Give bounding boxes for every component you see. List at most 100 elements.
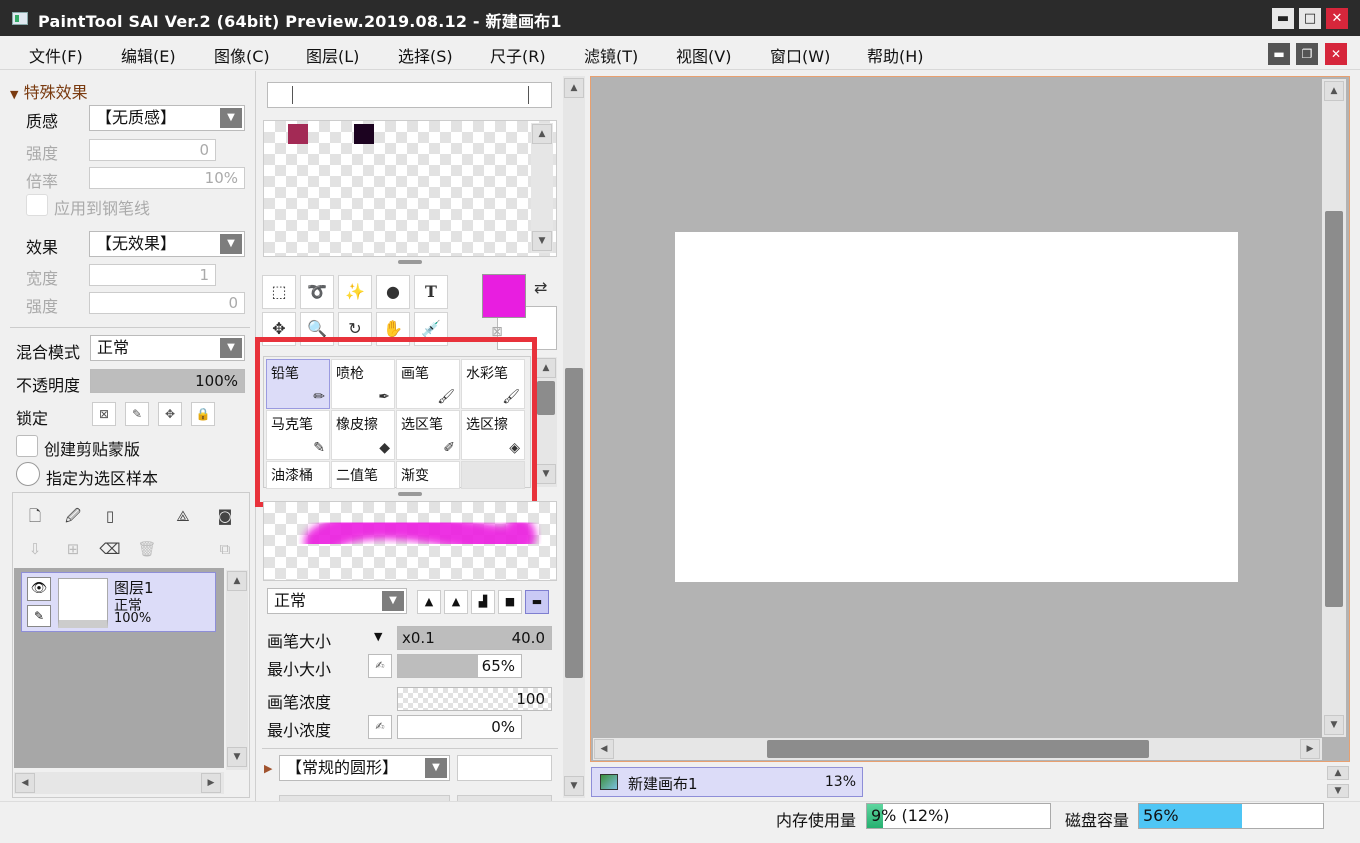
- brush-grid-scrollbar[interactable]: ▲ ▼: [535, 357, 557, 487]
- scroll-down-icon[interactable]: ▼: [536, 464, 556, 484]
- primary-color-swatch[interactable]: [482, 274, 526, 318]
- layer-list-hscrollbar[interactable]: ◀ ▶: [14, 772, 224, 794]
- scroll-thumb[interactable]: [1325, 211, 1343, 607]
- menu-window[interactable]: 窗口(W): [770, 43, 830, 67]
- delete-layer-icon[interactable]: 🗑: [136, 538, 158, 560]
- effect-strength-field[interactable]: 0: [89, 292, 245, 314]
- scroll-up-icon[interactable]: ▲: [1327, 766, 1349, 780]
- canvas-hscrollbar[interactable]: ◀ ▶: [593, 738, 1322, 760]
- lock-paint-icon[interactable]: ✎: [125, 402, 149, 426]
- text-tool-icon[interactable]: T: [414, 275, 448, 309]
- scroll-up-icon[interactable]: ▲: [227, 571, 247, 591]
- chevron-down-icon[interactable]: ▼: [374, 630, 382, 643]
- scroll-up-icon[interactable]: ▲: [1324, 81, 1344, 101]
- scroll-down-icon[interactable]: ▼: [227, 747, 247, 767]
- lock-move-icon[interactable]: ✥: [158, 402, 182, 426]
- doc-close-button[interactable]: ✕: [1325, 43, 1347, 65]
- duplicate-icon[interactable]: ⧉: [214, 538, 236, 560]
- eye-icon[interactable]: 👁: [27, 577, 51, 601]
- tip-flat-icon[interactable]: ■: [498, 590, 522, 614]
- new-layer-icon[interactable]: 🗋: [24, 505, 46, 527]
- apply-pen-checkbox[interactable]: [26, 194, 48, 216]
- special-effects-header[interactable]: ▼ 特殊效果: [10, 79, 88, 103]
- tip-square-icon[interactable]: ▬: [525, 590, 549, 614]
- doc-minimize-button[interactable]: ▬: [1268, 43, 1290, 65]
- tip-round-icon[interactable]: ▲: [444, 590, 468, 614]
- scroll-right-icon[interactable]: ▶: [1300, 739, 1320, 759]
- scale-field[interactable]: 10%: [89, 167, 245, 189]
- rect-select-icon[interactable]: ⬚: [262, 275, 296, 309]
- magic-wand-icon[interactable]: ✨: [338, 275, 372, 309]
- pencil-icon[interactable]: ✎: [27, 605, 51, 627]
- lock-all-icon[interactable]: 🔒: [191, 402, 215, 426]
- canvas-document[interactable]: [675, 232, 1238, 582]
- opacity-slider[interactable]: 100%: [90, 369, 245, 393]
- tip-sharp-icon[interactable]: ▲: [417, 590, 441, 614]
- scroll-up-icon[interactable]: ▲: [564, 78, 584, 98]
- pressure-icon[interactable]: ✍: [368, 715, 392, 739]
- brush-shape-field[interactable]: [457, 755, 552, 781]
- scroll-up-icon[interactable]: ▲: [532, 124, 552, 144]
- canvas-tab[interactable]: 新建画布1 13%: [591, 767, 863, 797]
- swap-colors-icon[interactable]: ⇄: [534, 278, 547, 297]
- clip-mask-checkbox[interactable]: [16, 435, 38, 457]
- width-field[interactable]: 1: [89, 264, 216, 286]
- scroll-down-icon[interactable]: ▼: [564, 776, 584, 796]
- scroll-right-icon[interactable]: ▶: [201, 773, 221, 793]
- scroll-left-icon[interactable]: ◀: [15, 773, 35, 793]
- doc-restore-button[interactable]: ❐: [1296, 43, 1318, 65]
- middle-scrollbar[interactable]: ▲ ▼: [563, 76, 585, 798]
- canvas-vscrollbar[interactable]: ▲ ▼: [1322, 79, 1346, 737]
- brush-size-slider[interactable]: x0.1 40.0: [397, 626, 552, 650]
- menu-view[interactable]: 视图(V): [676, 43, 731, 67]
- min-density-slider[interactable]: 0%: [397, 715, 522, 739]
- maximize-button[interactable]: □: [1299, 8, 1321, 29]
- clear-layer-icon[interactable]: ⌫: [99, 538, 121, 560]
- color-swatch[interactable]: [288, 124, 308, 144]
- resize-handle[interactable]: [398, 260, 422, 264]
- texture-select[interactable]: 【无质感】 ▼: [89, 105, 245, 131]
- brush-mode-select[interactable]: 正常 ▼: [267, 588, 407, 614]
- canvas-viewport[interactable]: ▲ ▼ ◀ ▶: [590, 76, 1350, 762]
- pressure-icon[interactable]: ✍: [368, 654, 392, 678]
- mask-icon[interactable]: ◙: [214, 505, 236, 527]
- shape-fill-icon[interactable]: ●: [376, 275, 410, 309]
- ruler-icon[interactable]: ⟁: [172, 505, 194, 527]
- menu-image[interactable]: 图像(C): [214, 43, 270, 67]
- density-slider[interactable]: 100: [397, 687, 552, 711]
- scroll-down-icon[interactable]: ▼: [1324, 715, 1344, 735]
- swatch-scrollbar[interactable]: ▲ ▼: [531, 123, 553, 253]
- merge-down-icon[interactable]: ⇩: [24, 538, 46, 560]
- new-folder-icon[interactable]: ▯: [99, 505, 121, 527]
- min-size-slider[interactable]: 65%: [397, 654, 522, 678]
- lasso-icon[interactable]: ➰: [300, 275, 334, 309]
- scroll-thumb[interactable]: [537, 381, 555, 415]
- scroll-thumb[interactable]: [767, 740, 1149, 758]
- new-pen-layer-icon[interactable]: 🖉: [62, 505, 84, 527]
- scroll-left-icon[interactable]: ◀: [594, 739, 614, 759]
- scroll-up-icon[interactable]: ▲: [536, 358, 556, 378]
- menu-edit[interactable]: 编辑(E): [121, 43, 176, 67]
- layer-list-scrollbar[interactable]: ▲ ▼: [226, 570, 248, 770]
- scroll-thumb[interactable]: [565, 368, 583, 678]
- blend-mode-select[interactable]: 正常 ▼: [90, 335, 245, 361]
- effect-select[interactable]: 【无效果】 ▼: [89, 231, 245, 257]
- layer-row[interactable]: 👁 ✎ 图层1 正常 100%: [21, 572, 216, 632]
- lock-transparency-icon[interactable]: ⊠: [92, 402, 116, 426]
- strength-field[interactable]: 0: [89, 139, 216, 161]
- selection-source-radio[interactable]: [16, 462, 40, 486]
- tip-soft-icon[interactable]: ▟: [471, 590, 495, 614]
- expand-arrow-icon[interactable]: ▶: [264, 762, 272, 775]
- minimize-button[interactable]: ▬: [1272, 8, 1294, 29]
- menu-ruler[interactable]: 尺子(R): [490, 43, 546, 67]
- menu-filter[interactable]: 滤镜(T): [584, 43, 638, 67]
- menu-help[interactable]: 帮助(H): [867, 43, 924, 67]
- brush-shape-select[interactable]: 【常规的圆形】 ▼: [279, 755, 450, 781]
- close-button[interactable]: ✕: [1326, 8, 1348, 29]
- merge-icon[interactable]: ⊞: [62, 538, 84, 560]
- color-slider-field[interactable]: [267, 82, 552, 108]
- scroll-down-icon[interactable]: ▼: [1327, 784, 1349, 798]
- scroll-down-icon[interactable]: ▼: [532, 231, 552, 251]
- menu-layer[interactable]: 图层(L): [306, 43, 359, 67]
- color-swatch[interactable]: [354, 124, 374, 144]
